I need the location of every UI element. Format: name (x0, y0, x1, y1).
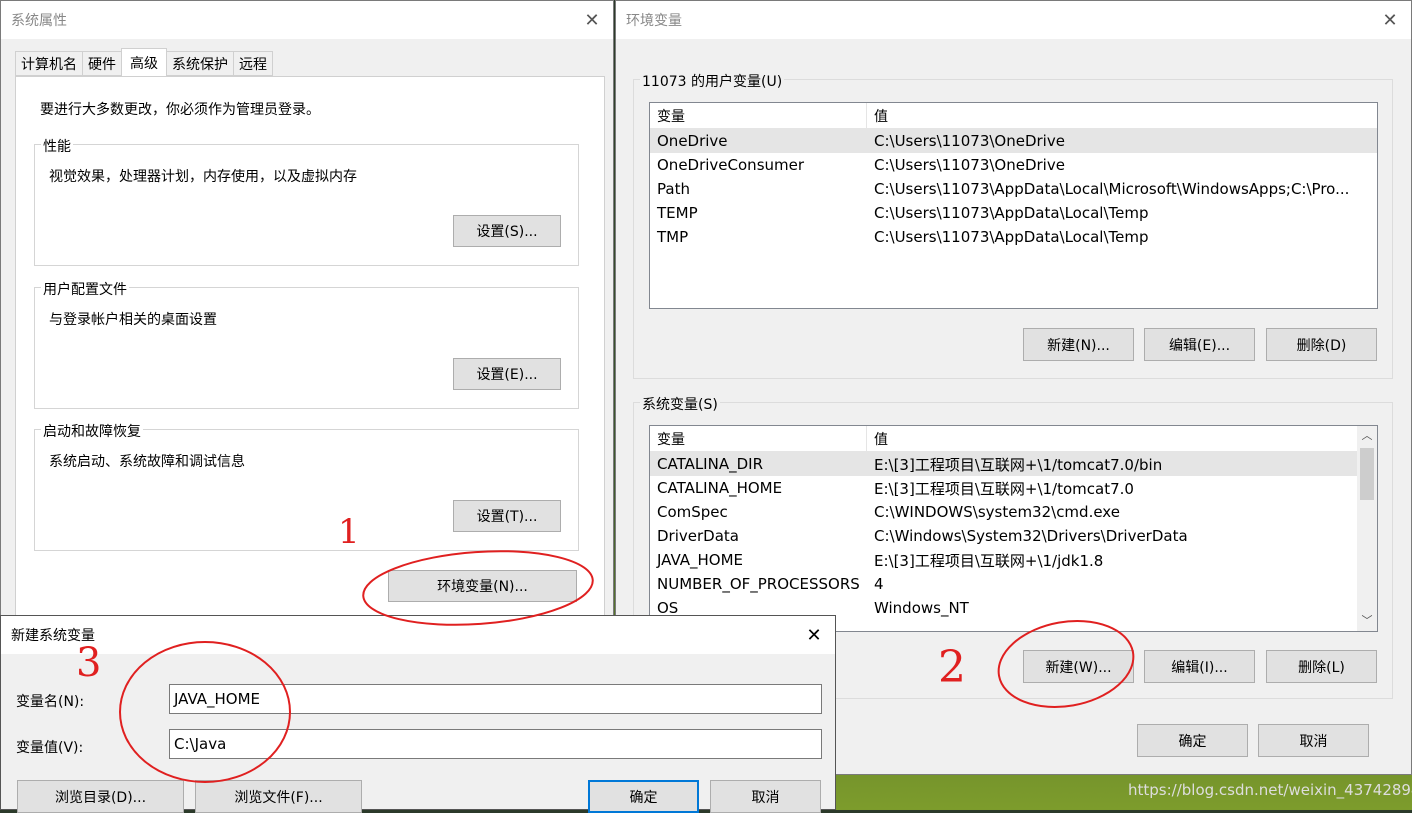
system-delete-button[interactable]: 删除(L) (1266, 650, 1377, 683)
row-value: E:\[3]工程项目\互联网+\1/jdk1.8 (874, 551, 1104, 570)
row-value: Windows_NT (874, 599, 969, 617)
tab-advanced[interactable]: 高级 (121, 48, 167, 76)
tab-strip: 计算机名 硬件 高级 系统保护 远程 (15, 48, 273, 76)
close-icon[interactable]: ✕ (1377, 7, 1403, 33)
user-new-button[interactable]: 新建(N)... (1023, 328, 1134, 361)
watermark: https://blog.csdn.net/weixin_43742894 (1128, 781, 1412, 799)
column-value[interactable]: 值 (867, 106, 888, 126)
row-name: OneDrive (657, 132, 728, 150)
row-name: OneDriveConsumer (657, 156, 805, 174)
row-value: C:\Users\11073\AppData\Local\Microsoft\W… (874, 180, 1350, 198)
row-name: TMP (657, 228, 689, 246)
environment-variables-button[interactable]: 环境变量(N)... (388, 570, 577, 602)
scroll-up-icon[interactable]: ︿ (1357, 426, 1377, 446)
tab-hardware[interactable]: 硬件 (82, 51, 122, 76)
dialog-title: 新建系统变量 (11, 628, 95, 644)
user-variables-title: 11073 的用户变量(U) (640, 71, 785, 91)
user-delete-button[interactable]: 删除(D) (1266, 328, 1377, 361)
row-name: JAVA_HOME (657, 551, 744, 569)
row-value: 4 (874, 575, 884, 593)
scroll-down-icon[interactable]: ﹀ (1357, 611, 1377, 631)
admin-note: 要进行大多数更改，你必须作为管理员登录。 (40, 102, 320, 118)
startup-recovery-group: 启动和故障恢复 系统启动、系统故障和调试信息 设置(T)... (34, 421, 579, 551)
env-ok-button[interactable]: 确定 (1137, 724, 1248, 757)
row-value: C:\WINDOWS\system32\cmd.exe (874, 503, 1120, 521)
table-row[interactable]: CATALINA_HOME E:\[3]工程项目\互联网+\1/tomcat7.… (650, 476, 1377, 500)
table-row[interactable]: TEMP C:\Users\11073\AppData\Local\Temp (650, 201, 1377, 225)
browse-file-button[interactable]: 浏览文件(F)... (195, 780, 362, 813)
variable-value-field[interactable]: C:\Java (169, 729, 822, 759)
table-row[interactable]: CATALINA_DIR E:\[3]工程项目\互联网+\1/tomcat7.0… (650, 452, 1359, 476)
row-name: CATALINA_HOME (657, 479, 783, 497)
user-profile-settings-button[interactable]: 设置(E)... (453, 358, 561, 390)
startup-settings-button[interactable]: 设置(T)... (453, 500, 561, 532)
performance-desc: 视觉效果，处理器计划，内存使用，以及虚拟内存 (49, 169, 357, 185)
table-row[interactable]: JAVA_HOME E:\[3]工程项目\互联网+\1/jdk1.8 (650, 548, 1377, 572)
table-row[interactable]: ComSpec C:\WINDOWS\system32\cmd.exe (650, 500, 1377, 524)
table-row[interactable]: DriverData C:\Windows\System32\Drivers\D… (650, 524, 1377, 548)
startup-recovery-desc: 系统启动、系统故障和调试信息 (49, 454, 245, 470)
new-variable-cancel-button[interactable]: 取消 (710, 780, 821, 813)
browse-directory-button[interactable]: 浏览目录(D)... (17, 780, 184, 813)
row-value: C:\Users\11073\OneDrive (874, 132, 1065, 150)
variable-name-field[interactable]: JAVA_HOME (169, 684, 822, 714)
user-variables-list[interactable]: 变量 值 OneDrive C:\Users\11073\OneDrive On… (649, 102, 1378, 309)
tab-system-protection[interactable]: 系统保护 (166, 51, 234, 76)
system-properties-window: 系统属性 ✕ 计算机名 硬件 高级 系统保护 远程 要进行大多数更改，你必须作为… (0, 0, 614, 640)
new-system-variable-dialog: 新建系统变量 ✕ 变量名(N): JAVA_HOME 变量值(V): C:\Ja… (0, 615, 836, 813)
row-value: C:\Users\11073\AppData\Local\Temp (874, 228, 1149, 246)
env-titlebar: 环境变量 ✕ (616, 1, 1411, 39)
row-name: NUMBER_OF_PROCESSORS (657, 575, 860, 593)
row-name: CATALINA_DIR (657, 455, 763, 473)
env-cancel-button[interactable]: 取消 (1258, 724, 1369, 757)
user-edit-button[interactable]: 编辑(E)... (1144, 328, 1255, 361)
user-variables-group: 11073 的用户变量(U) 变量 值 OneDrive C:\Users\11… (633, 71, 1393, 379)
table-row[interactable]: Path C:\Users\11073\AppData\Local\Micros… (650, 177, 1377, 201)
system-variables-title: 系统变量(S) (640, 394, 720, 414)
system-properties-titlebar: 系统属性 ✕ (1, 1, 613, 39)
row-value: C:\Windows\System32\Drivers\DriverData (874, 527, 1188, 545)
window-title: 环境变量 (626, 13, 682, 29)
close-icon[interactable]: ✕ (801, 622, 827, 648)
tab-remote[interactable]: 远程 (233, 51, 273, 76)
row-value: E:\[3]工程项目\互联网+\1/tomcat7.0 (874, 479, 1134, 498)
vertical-scrollbar[interactable]: ︿ ﹀ (1357, 426, 1377, 631)
system-edit-button[interactable]: 编辑(I)... (1144, 650, 1255, 683)
row-name: DriverData (657, 527, 739, 545)
user-profile-desc: 与登录帐户相关的桌面设置 (49, 312, 217, 328)
user-profile-title: 用户配置文件 (41, 279, 129, 299)
new-variable-ok-button[interactable]: 确定 (588, 780, 699, 813)
performance-title: 性能 (41, 136, 73, 156)
variable-value-label: 变量值(V): (16, 740, 84, 756)
row-value: C:\Users\11073\AppData\Local\Temp (874, 204, 1149, 222)
performance-settings-button[interactable]: 设置(S)... (453, 215, 561, 247)
table-row[interactable]: OneDriveConsumer C:\Users\11073\OneDrive (650, 153, 1377, 177)
advanced-panel: 要进行大多数更改，你必须作为管理员登录。 性能 视觉效果，处理器计划，内存使用，… (15, 76, 605, 636)
row-value: C:\Users\11073\OneDrive (874, 156, 1065, 174)
row-name: ComSpec (657, 503, 728, 521)
system-new-button[interactable]: 新建(W)... (1023, 650, 1134, 683)
row-value: E:\[3]工程项目\互联网+\1/tomcat7.0/bin (874, 455, 1163, 474)
system-variables-list[interactable]: 变量 值 CATALINA_DIR E:\[3]工程项目\互联网+\1/tomc… (649, 425, 1378, 632)
row-name: Path (657, 180, 690, 198)
variable-name-label: 变量名(N): (16, 694, 85, 710)
scrollbar-thumb[interactable] (1360, 448, 1374, 500)
row-name: TEMP (657, 204, 698, 222)
performance-group: 性能 视觉效果，处理器计划，内存使用，以及虚拟内存 设置(S)... (34, 136, 579, 266)
close-icon[interactable]: ✕ (579, 7, 605, 33)
new-variable-titlebar: 新建系统变量 ✕ (1, 616, 835, 654)
window-title: 系统属性 (11, 13, 67, 29)
table-row[interactable]: TMP C:\Users\11073\AppData\Local\Temp (650, 225, 1377, 249)
user-profile-group: 用户配置文件 与登录帐户相关的桌面设置 设置(E)... (34, 279, 579, 409)
table-row[interactable]: NUMBER_OF_PROCESSORS 4 (650, 572, 1377, 596)
startup-recovery-title: 启动和故障恢复 (41, 421, 143, 441)
column-value[interactable]: 值 (867, 429, 888, 449)
list-header: 变量 值 (650, 426, 1359, 452)
column-variable[interactable]: 变量 (650, 103, 867, 128)
tab-computer-name[interactable]: 计算机名 (15, 51, 83, 76)
table-row[interactable]: OneDrive C:\Users\11073\OneDrive (650, 129, 1377, 153)
list-header: 变量 值 (650, 103, 1377, 129)
column-variable[interactable]: 变量 (650, 426, 867, 451)
